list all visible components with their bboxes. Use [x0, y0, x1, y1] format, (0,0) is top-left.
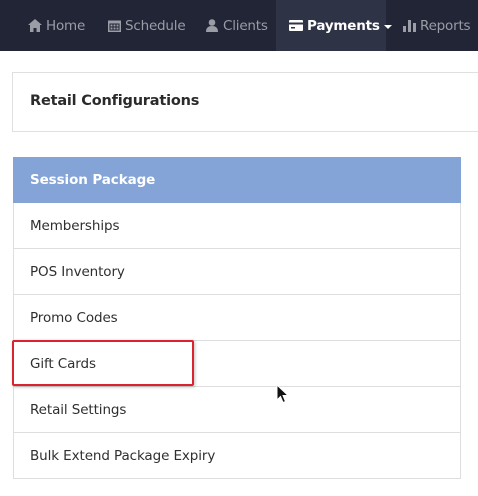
- user-icon: [205, 19, 219, 33]
- nav-schedule[interactable]: Schedule: [107, 0, 186, 51]
- nav-reports-label: Reports: [420, 17, 471, 34]
- menu-item-promo-codes[interactable]: Promo Codes: [13, 295, 461, 341]
- bar-chart-icon: [402, 19, 416, 33]
- menu-item-gift-cards[interactable]: Gift Cards: [13, 341, 461, 387]
- retail-config-panel: Retail Configurations: [12, 72, 478, 132]
- home-icon: [28, 19, 42, 33]
- calendar-icon: [107, 19, 121, 33]
- nav-clients[interactable]: Clients: [205, 0, 268, 51]
- menu-item-memberships[interactable]: Memberships: [13, 203, 461, 249]
- menu-item-bulk-extend-package-expiry[interactable]: Bulk Extend Package Expiry: [13, 433, 461, 479]
- nav-clients-label: Clients: [223, 17, 268, 34]
- chevron-down-icon: [383, 24, 392, 29]
- nav-home[interactable]: Home: [28, 0, 85, 51]
- menu-item-pos-inventory[interactable]: POS Inventory: [13, 249, 461, 295]
- nav-payments-label: Payments: [307, 17, 380, 34]
- nav-home-label: Home: [46, 17, 86, 34]
- nav-reports[interactable]: Reports: [402, 0, 471, 51]
- config-menu-list: Session Package Memberships POS Inventor…: [13, 157, 461, 479]
- menu-item-session-package[interactable]: Session Package: [13, 157, 461, 203]
- menu-item-retail-settings[interactable]: Retail Settings: [13, 387, 461, 433]
- credit-card-icon: [289, 19, 303, 33]
- nav-payments[interactable]: Payments: [276, 0, 392, 51]
- nav-schedule-label: Schedule: [125, 17, 186, 34]
- top-navbar: Home Schedule Clients Payments Reports: [0, 0, 478, 51]
- page-title: Retail Configurations: [30, 93, 200, 109]
